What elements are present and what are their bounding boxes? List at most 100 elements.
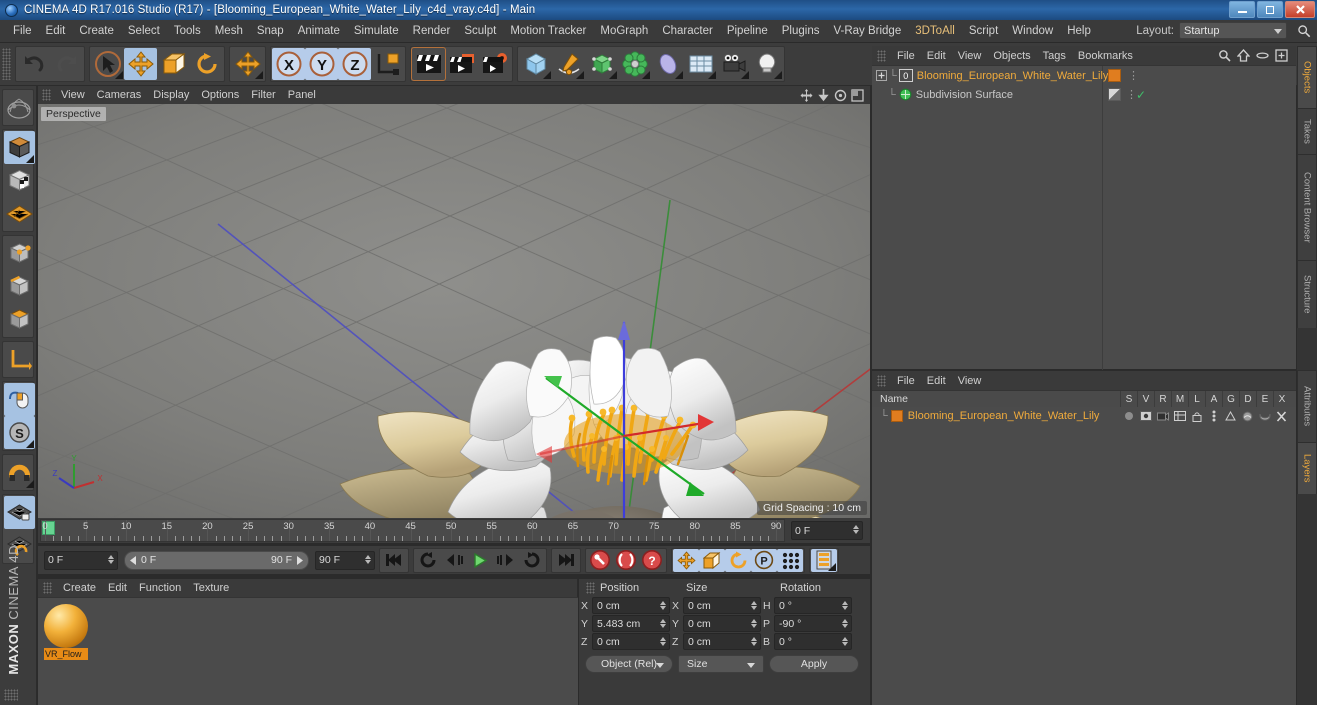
menu-character[interactable]: Character xyxy=(655,22,720,40)
axis-mode-icon[interactable] xyxy=(4,343,35,376)
menu-sculpt[interactable]: Sculpt xyxy=(457,22,503,40)
spinner-icon[interactable] xyxy=(751,601,757,610)
menu-simulate[interactable]: Simulate xyxy=(347,22,406,40)
layer-column-s[interactable]: S xyxy=(1120,390,1137,408)
layer-column-m[interactable]: M xyxy=(1171,390,1188,408)
xref-icon[interactable] xyxy=(1273,410,1290,422)
object-manager-tree[interactable]: └ 0 Blooming_European_White_Water_Lily ⋮… xyxy=(872,65,1296,370)
material-menu-texture[interactable]: Texture xyxy=(187,581,235,595)
material-menu-edit[interactable]: Edit xyxy=(102,581,133,595)
spinner-icon[interactable] xyxy=(751,619,757,628)
size-mode-dropdown[interactable]: Size xyxy=(678,655,764,673)
record-keyframe-icon[interactable] xyxy=(587,549,613,572)
coord-position-z-input[interactable]: 0 cm xyxy=(592,633,670,650)
minimize-button[interactable] xyxy=(1229,1,1255,18)
z-axis-icon[interactable]: Z xyxy=(338,48,371,80)
current-frame-input[interactable]: 0 F xyxy=(44,550,118,570)
go-to-start-icon[interactable] xyxy=(381,549,407,572)
manager-icon[interactable] xyxy=(1171,411,1188,421)
autokeying-icon[interactable] xyxy=(613,549,639,572)
menu-animate[interactable]: Animate xyxy=(291,22,347,40)
home-icon[interactable] xyxy=(1237,49,1250,62)
loop-playback-icon[interactable] xyxy=(519,549,545,572)
menu-pipeline[interactable]: Pipeline xyxy=(720,22,775,40)
play-backwards-loop-icon[interactable] xyxy=(415,549,441,572)
step-forward-icon[interactable] xyxy=(493,549,519,572)
scale-icon[interactable] xyxy=(157,48,190,80)
menu-window[interactable]: Window xyxy=(1005,22,1060,40)
enabled-check-icon[interactable]: ✓ xyxy=(1136,88,1146,102)
solo-icon[interactable] xyxy=(1120,411,1137,421)
cube-primitive-icon[interactable] xyxy=(519,48,552,80)
menu-vray-bridge[interactable]: V-Ray Bridge xyxy=(826,22,908,40)
tab-objects[interactable]: Objects xyxy=(1297,46,1317,108)
layer-color-swatch[interactable] xyxy=(890,410,903,422)
object-row-subdivision-surface[interactable]: └ Subdivision Surface ⋮ ✓ xyxy=(872,85,1296,104)
menu-script[interactable]: Script xyxy=(962,22,1005,40)
step-back-icon[interactable] xyxy=(441,549,467,572)
spinner-icon[interactable] xyxy=(660,619,666,628)
display-tag-icon[interactable] xyxy=(1108,88,1121,101)
menu-select[interactable]: Select xyxy=(121,22,167,40)
layer-menu-file[interactable]: File xyxy=(891,374,921,388)
tab-takes[interactable]: Takes xyxy=(1297,108,1317,154)
menu-render[interactable]: Render xyxy=(406,22,458,40)
viewport-menu-cameras[interactable]: Cameras xyxy=(91,88,148,102)
tab-structure[interactable]: Structure xyxy=(1297,260,1317,328)
layer-column-d[interactable]: D xyxy=(1239,390,1256,408)
select-arrow-icon[interactable] xyxy=(91,48,124,80)
deformer-icon[interactable] xyxy=(618,48,651,80)
workplane-lock-icon[interactable] xyxy=(4,496,35,529)
layer-manager-list[interactable]: └ Blooming_European_White_Water_Lily xyxy=(872,407,1296,705)
render-settings-icon[interactable] xyxy=(478,48,511,80)
spinner-icon[interactable] xyxy=(842,619,848,628)
model-mode-icon[interactable] xyxy=(4,131,35,164)
lock-icon[interactable] xyxy=(1188,411,1205,422)
menu-mesh[interactable]: Mesh xyxy=(208,22,250,40)
light-icon[interactable] xyxy=(750,48,783,80)
layer-column-a[interactable]: A xyxy=(1205,390,1222,408)
search-icon[interactable] xyxy=(1218,49,1231,62)
texture-mode-icon[interactable] xyxy=(4,164,35,197)
apply-button[interactable]: Apply xyxy=(769,655,859,673)
pla-key-icon[interactable]: P xyxy=(751,548,777,572)
coord-rotation-p-input[interactable]: -90 ° xyxy=(774,615,852,632)
layer-menu-view[interactable]: View xyxy=(952,374,988,388)
object-menu-edit[interactable]: Edit xyxy=(921,49,952,63)
material-chip[interactable]: VR_Flow xyxy=(44,604,88,662)
viewport-menu-display[interactable]: Display xyxy=(147,88,195,102)
restore-button[interactable] xyxy=(1257,1,1283,18)
layer-row[interactable]: └ Blooming_European_White_Water_Lily xyxy=(872,407,1296,425)
coord-position-y-input[interactable]: 5.483 cm xyxy=(592,615,670,632)
object-menu-tags[interactable]: Tags xyxy=(1037,49,1072,63)
menu-3dtoall[interactable]: 3DToAll xyxy=(908,22,962,40)
spinner-icon[interactable] xyxy=(108,554,114,564)
tab-content-browser[interactable]: Content Browser xyxy=(1297,154,1317,260)
viewport-menu-panel[interactable]: Panel xyxy=(282,88,322,102)
material-tag-icon[interactable] xyxy=(1108,69,1121,82)
camera-icon[interactable] xyxy=(717,48,750,80)
maximize-view-icon[interactable] xyxy=(851,88,864,102)
material-manager-list[interactable]: VR_Flow xyxy=(38,597,578,705)
points-mode-icon[interactable] xyxy=(4,237,35,270)
rotate-icon[interactable] xyxy=(190,48,223,80)
object-menu-bookmarks[interactable]: Bookmarks xyxy=(1072,49,1139,63)
ellipse-icon[interactable] xyxy=(1256,49,1269,62)
tab-attributes[interactable]: Attributes xyxy=(1297,370,1317,442)
layer-menu-edit[interactable]: Edit xyxy=(921,374,952,388)
spinner-icon[interactable] xyxy=(842,637,848,646)
expand-icon[interactable] xyxy=(1275,49,1288,62)
coord-size-z-input[interactable]: 0 cm xyxy=(683,633,761,650)
layout-dropdown[interactable]: Startup xyxy=(1179,22,1287,39)
visible-icon[interactable] xyxy=(1137,411,1154,421)
magnet-live-selection-icon[interactable] xyxy=(4,91,35,124)
object-menu-objects[interactable]: Objects xyxy=(987,49,1036,63)
coordinates-grip[interactable] xyxy=(586,581,595,594)
deformer-icon[interactable] xyxy=(1239,411,1256,422)
spinner-icon[interactable] xyxy=(365,554,371,564)
spinner-icon[interactable] xyxy=(842,601,848,610)
range-end-handle-icon[interactable] xyxy=(296,555,304,565)
coord-position-x-input[interactable]: 0 cm xyxy=(592,597,670,614)
menu-motion-tracker[interactable]: Motion Tracker xyxy=(503,22,593,40)
coord-rotation-h-input[interactable]: 0 ° xyxy=(774,597,852,614)
